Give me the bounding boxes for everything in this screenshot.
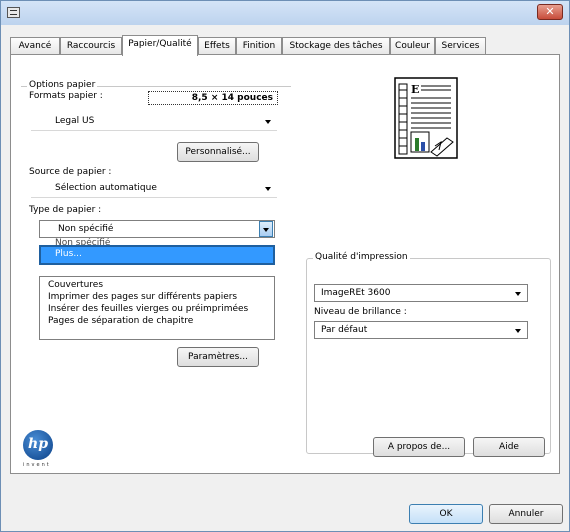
list-item-differents-papiers[interactable]: Imprimer des pages sur différents papier…: [48, 292, 237, 302]
custom-size-button[interactable]: Personnalisé...: [177, 142, 259, 162]
tab-stockage[interactable]: Stockage des tâches: [282, 37, 390, 55]
list-item-couvertures[interactable]: Couvertures: [48, 280, 103, 290]
paper-size-value: 8,5 × 14 pouces: [148, 91, 278, 105]
formats-label: Formats papier :: [29, 91, 103, 101]
cancel-button[interactable]: Annuler: [489, 504, 563, 524]
tab-raccourcis[interactable]: Raccourcis: [60, 37, 122, 55]
paper-type-list: Couvertures Imprimer des pages sur diffé…: [39, 276, 275, 340]
title-bar: ✕: [1, 1, 569, 25]
print-quality-select[interactable]: ImageREt 3600: [314, 284, 528, 302]
dropdown-button[interactable]: [259, 221, 273, 237]
list-item-feuilles-vierges[interactable]: Insérer des feuilles vierges ou préimpri…: [48, 304, 248, 314]
tab-avance[interactable]: Avancé: [10, 37, 60, 55]
paper-source-select[interactable]: Sélection automatique: [31, 180, 277, 198]
paper-options-label: Options papier: [27, 80, 98, 90]
gloss-level-label: Niveau de brillance :: [314, 307, 407, 317]
tab-couleur[interactable]: Couleur: [390, 37, 435, 55]
dropdown-item-plus[interactable]: Plus...: [39, 245, 275, 265]
chevron-down-icon: [265, 187, 271, 191]
list-item-separation-chapitre[interactable]: Pages de séparation de chapitre: [48, 316, 193, 326]
gloss-level-select[interactable]: Par défaut: [314, 321, 528, 339]
chevron-down-icon: [265, 120, 271, 124]
paper-format-select[interactable]: Legal US: [31, 113, 277, 131]
paper-type-label: Type de papier :: [29, 205, 102, 215]
print-quality-value: ImageREt 3600: [321, 288, 391, 298]
about-button[interactable]: A propos de...: [373, 437, 465, 457]
dropdown-item-non-specifie[interactable]: Non spécifié: [55, 238, 110, 245]
tab-effets[interactable]: Effets: [198, 37, 236, 55]
tab-panel: Options papier Formats papier : 8,5 × 14…: [10, 54, 560, 474]
tab-papier-qualite[interactable]: Papier/Qualité: [122, 35, 198, 56]
ok-button[interactable]: OK: [409, 504, 483, 524]
parameters-button[interactable]: Paramètres...: [177, 347, 259, 367]
help-button[interactable]: Aide: [473, 437, 545, 457]
close-button[interactable]: ✕: [537, 4, 563, 20]
svg-text:E: E: [411, 83, 419, 96]
paper-type-value: Non spécifié: [58, 224, 114, 234]
paper-source-value: Sélection automatique: [55, 183, 157, 193]
print-preferences-window: ✕ Avancé Raccourcis Papier/Qualité Effet…: [0, 0, 570, 532]
chevron-down-icon: [515, 329, 521, 333]
print-quality-label: Qualité d'impression: [313, 252, 410, 262]
chevron-down-icon: [515, 292, 521, 296]
invent-tagline: invent: [23, 462, 51, 468]
tab-finition[interactable]: Finition: [236, 37, 282, 55]
hp-logo: hp: [23, 430, 53, 460]
paper-type-select[interactable]: Non spécifié: [39, 220, 275, 238]
printer-icon: [7, 7, 20, 18]
document-preview-icon: E: [394, 77, 458, 159]
paper-source-label: Source de papier :: [29, 167, 112, 177]
paper-format-value: Legal US: [55, 116, 95, 126]
gloss-level-value: Par défaut: [321, 325, 368, 335]
tab-services[interactable]: Services: [435, 37, 486, 55]
